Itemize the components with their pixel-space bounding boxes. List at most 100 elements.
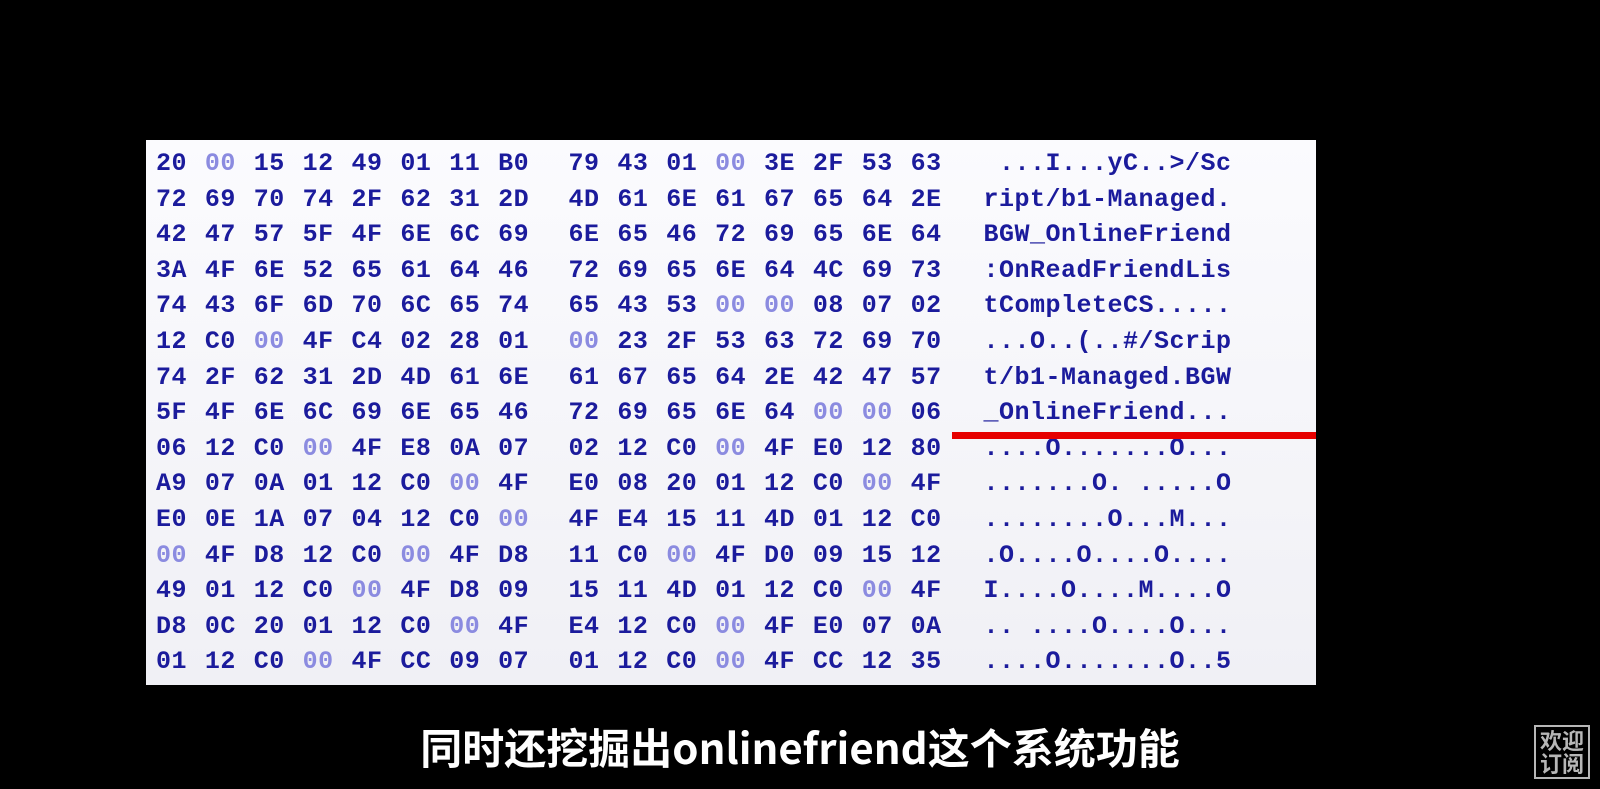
hex-byte: 46 — [498, 395, 547, 431]
hex-byte: 00 — [862, 395, 911, 431]
hex-byte: 2F — [666, 324, 715, 360]
hex-byte: 64 — [449, 253, 498, 289]
hex-byte: 09 — [449, 644, 498, 680]
hex-byte: 61 — [715, 182, 764, 218]
ascii-text: :OnReadFriendLis — [984, 253, 1307, 289]
hex-byte: 62 — [400, 182, 449, 218]
hex-byte: 00 — [449, 466, 498, 502]
hex-byte: 4D — [400, 360, 449, 396]
hex-byte: 00 — [449, 609, 498, 645]
hex-byte: 01 — [498, 324, 547, 360]
hex-row: E00E1A070412C0004FE415114D0112C0........… — [156, 502, 1306, 538]
hex-byte: 2F — [205, 360, 254, 396]
hex-byte: 65 — [449, 288, 498, 324]
hex-byte: 53 — [862, 146, 911, 182]
hex-byte: 61 — [400, 253, 449, 289]
hex-byte: 6E — [715, 253, 764, 289]
hex-byte: 47 — [862, 360, 911, 396]
video-caption: 同时还挖掘出onlinefriend这个系统功能 — [0, 716, 1600, 777]
hex-byte: 67 — [617, 360, 666, 396]
hex-dump-panel: 20001512490111B0794301003E2F5363 ...I...… — [146, 140, 1316, 685]
hex-byte: 09 — [813, 538, 862, 574]
hex-byte: D0 — [764, 538, 813, 574]
hex-byte: 12 — [764, 466, 813, 502]
hex-byte: 01 — [205, 573, 254, 609]
hex-row: A9070A0112C0004FE008200112C0004F.......O… — [156, 466, 1306, 502]
hex-byte: 6E — [715, 395, 764, 431]
hex-byte: 46 — [666, 217, 715, 253]
hex-byte: 12 — [352, 466, 401, 502]
hex-byte: 06 — [911, 395, 960, 431]
hex-row: D80C200112C0004FE412C0004FE0070A.. ....O… — [156, 609, 1306, 645]
hex-byte: 62 — [254, 360, 303, 396]
hex-row: 742F62312D4D616E616765642E424757t/b1-Man… — [156, 360, 1306, 396]
hex-byte: 12 — [254, 573, 303, 609]
hex-byte: E4 — [617, 502, 666, 538]
hex-byte: 65 — [666, 395, 715, 431]
hex-byte: 61 — [617, 182, 666, 218]
stamp-line-2: 订阅 — [1540, 752, 1584, 775]
hex-byte: 3E — [764, 146, 813, 182]
hex-byte: E4 — [569, 609, 618, 645]
hex-byte: 6E — [400, 217, 449, 253]
hex-byte: 4F — [764, 609, 813, 645]
hex-byte: D8 — [254, 538, 303, 574]
hex-byte: 6E — [862, 217, 911, 253]
highlight-underline — [952, 432, 1316, 439]
ascii-text: t/b1-Managed.BGW — [984, 360, 1307, 396]
hex-byte: 20 — [666, 466, 715, 502]
hex-byte: 70 — [352, 288, 401, 324]
hex-byte: 6C — [303, 395, 352, 431]
ascii-text: _OnlineFriend... — [984, 395, 1307, 431]
hex-byte: 12 — [862, 502, 911, 538]
hex-byte: 49 — [156, 573, 205, 609]
hex-byte: 15 — [862, 538, 911, 574]
hex-byte: 01 — [400, 146, 449, 182]
hex-byte: 4F — [911, 573, 960, 609]
hex-byte: C0 — [666, 609, 715, 645]
hex-byte: 2F — [813, 146, 862, 182]
hex-byte: 65 — [617, 217, 666, 253]
ascii-text: ...I...yC..>/Sc — [984, 146, 1307, 182]
hex-byte: 69 — [862, 324, 911, 360]
hex-byte: 01 — [156, 644, 205, 680]
hex-byte: 74 — [498, 288, 547, 324]
hex-byte: 12 — [303, 538, 352, 574]
hex-byte: 4F — [303, 324, 352, 360]
hex-byte: 0E — [205, 502, 254, 538]
hex-byte: C0 — [303, 573, 352, 609]
hex-byte: 4F — [715, 538, 764, 574]
ascii-text: .......O. .....O — [984, 466, 1307, 502]
hex-byte: 0C — [205, 609, 254, 645]
hex-byte: 00 — [352, 573, 401, 609]
hex-byte: 72 — [569, 395, 618, 431]
hex-byte: 12 — [911, 538, 960, 574]
hex-byte: 20 — [156, 146, 205, 182]
hex-byte: 2E — [911, 182, 960, 218]
hex-byte: 72 — [813, 324, 862, 360]
hex-byte: 12 — [156, 324, 205, 360]
hex-byte: 79 — [569, 146, 618, 182]
hex-byte: C0 — [813, 466, 862, 502]
hex-byte: 6E — [400, 395, 449, 431]
hex-byte: 65 — [449, 395, 498, 431]
hex-byte: 4F — [764, 431, 813, 467]
hex-byte: 07 — [205, 466, 254, 502]
hex-byte: 12 — [617, 431, 666, 467]
hex-byte: 69 — [862, 253, 911, 289]
hex-byte: 4F — [205, 253, 254, 289]
hex-byte: 4F — [764, 644, 813, 680]
hex-byte: 4F — [205, 538, 254, 574]
hex-byte: 3A — [156, 253, 205, 289]
hex-byte: 72 — [156, 182, 205, 218]
hex-row: 004FD812C0004FD811C0004FD0091512.O....O.… — [156, 538, 1306, 574]
ascii-text: ...O..(..#/Scrip — [984, 324, 1307, 360]
hex-byte: 4F — [911, 466, 960, 502]
hex-byte: 61 — [449, 360, 498, 396]
hex-byte: E0 — [156, 502, 205, 538]
ascii-text: tCompleteCS..... — [984, 288, 1307, 324]
hex-rows-container: 20001512490111B0794301003E2F5363 ...I...… — [156, 146, 1306, 680]
ascii-text: I....O....M....O — [984, 573, 1307, 609]
hex-byte: D8 — [449, 573, 498, 609]
hex-row: 726970742F62312D4D616E616765642Eript/b1-… — [156, 182, 1306, 218]
